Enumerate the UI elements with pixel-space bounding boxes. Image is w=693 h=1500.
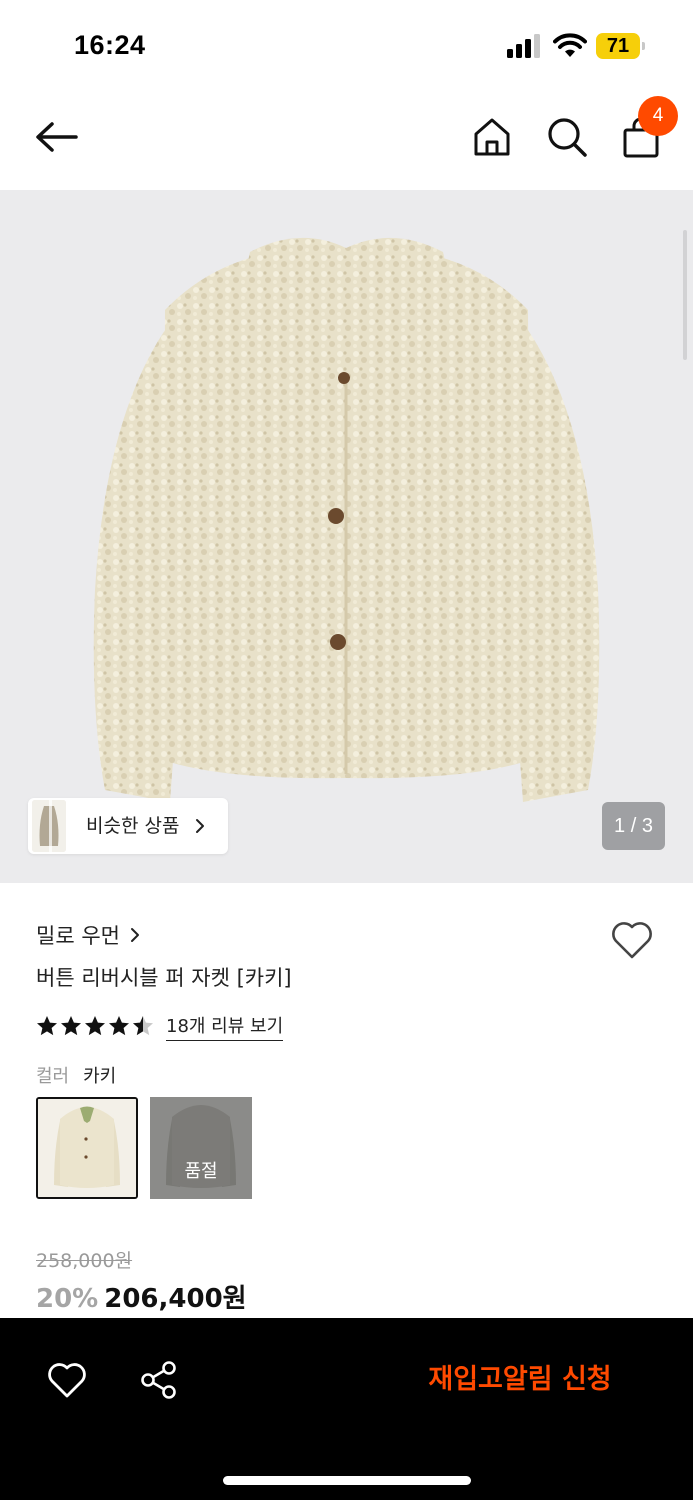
chevron-right-icon <box>130 928 139 942</box>
chevron-right-icon <box>196 819 204 833</box>
battery-indicator: 71 <box>596 33 646 59</box>
color-option-row: 컬러 카키 <box>36 1062 116 1088</box>
search-icon[interactable] <box>546 116 588 158</box>
sold-out-overlay <box>150 1097 252 1199</box>
original-price: 258,000원 <box>36 1250 133 1272</box>
star-icon <box>37 1016 57 1036</box>
similar-product-thumbnail <box>32 800 66 852</box>
status-time: 16:24 <box>74 30 146 60</box>
back-arrow-icon[interactable] <box>32 116 82 158</box>
product-title: 버튼 리버시블 퍼 자켓 [카키] <box>36 966 292 990</box>
selected-color: 카키 <box>83 1066 117 1087</box>
sold-out-label: 품절 <box>184 1161 218 1182</box>
brand-name: 밀로 우먼 <box>36 924 120 948</box>
product-image <box>93 237 600 802</box>
reviews-link[interactable]: 18개 리뷰 보기 <box>166 1012 284 1041</box>
discount-rate: 20% <box>36 1284 99 1314</box>
bottom-action-bar: 재입고알림 신청 <box>0 1318 693 1500</box>
image-scroll-indicator <box>683 230 687 360</box>
top-nav <box>0 90 693 190</box>
price-row: 20% 206,400원 <box>36 1278 247 1315</box>
color-swatch-gray[interactable]: 품절 <box>150 1097 252 1199</box>
brand-link[interactable]: 밀로 우먼 <box>36 918 140 952</box>
battery-level: 71 <box>606 35 630 57</box>
star-icon <box>61 1016 81 1036</box>
rating-row: 18개 리뷰 보기 <box>36 1010 284 1042</box>
image-counter: 1 / 3 <box>602 802 665 850</box>
heart-icon[interactable] <box>46 1360 88 1400</box>
wifi-icon <box>553 33 587 57</box>
similar-products-label: 비슷한 상품 <box>86 815 180 837</box>
wishlist-heart-icon[interactable] <box>610 920 654 960</box>
star-rating <box>36 1015 158 1037</box>
restock-alert-button[interactable]: 재입고알림 신청 <box>394 1356 646 1404</box>
home-icon[interactable] <box>472 116 512 158</box>
signal-icon <box>507 34 540 58</box>
color-swatch-ivory[interactable] <box>36 1097 138 1199</box>
star-icon <box>109 1016 129 1036</box>
swatch-jacket-image <box>38 1099 136 1197</box>
status-bar: 16:24 71 <box>0 0 693 90</box>
star-icon <box>85 1016 105 1036</box>
color-label: 컬러 <box>36 1066 70 1087</box>
half-star-icon <box>133 1016 153 1036</box>
sale-price: 206,400원 <box>104 1284 247 1314</box>
home-indicator <box>223 1476 471 1485</box>
cart-count-badge: 4 <box>638 96 678 136</box>
share-icon[interactable] <box>138 1360 180 1400</box>
product-image-gallery[interactable]: 비슷한 상품 1 / 3 <box>0 190 693 883</box>
similar-products-button[interactable]: 비슷한 상품 <box>28 798 228 854</box>
